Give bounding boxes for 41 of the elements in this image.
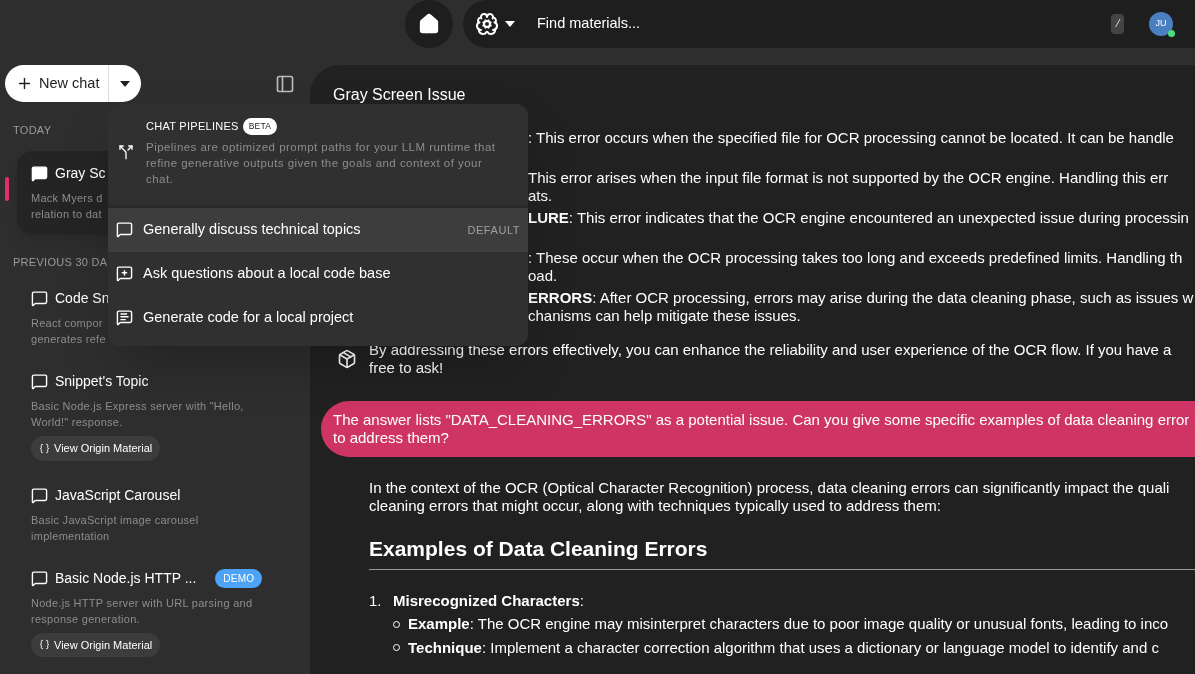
answer-text: oad. — [528, 267, 559, 285]
answer-text: : This error occurs when the specified file for OCR processing cannot be located. It can be handle — [528, 129, 1175, 147]
answer-text: In the context of the OCR (Optical Character Recognition) process, data cleaning errors can significantly impact the quali — [369, 479, 1171, 497]
beta-badge: BETA — [242, 118, 278, 135]
chat-title: JavaScript Carousel — [55, 485, 181, 505]
section-label: PREVIOUS 30 DA — [13, 254, 108, 270]
bullet-text: Example: The OCR engine may misinterpret characters due to poor image quality or unusual fonts, leading to inco — [408, 614, 1169, 634]
shortcut-key: / — [1111, 13, 1124, 35]
answer-text: LURE: This error indicates that the OCR engine encountered an unexpected issue during processin — [528, 209, 1190, 227]
chat-summary: Mack Myers d — [31, 190, 103, 206]
chat-summary: generates refe — [31, 332, 106, 347]
answer-text: cleaning errors that might occur, along with techniques typically used to address them: — [369, 497, 942, 515]
message-text: to address them? — [333, 429, 450, 447]
answer-text: chanisms can help mitigate these issues. — [528, 307, 802, 325]
list-number: 1. — [369, 590, 383, 611]
chat-summary: relation to dat — [31, 206, 102, 222]
section-heading: Examples of Data Cleaning Errors — [369, 533, 1195, 570]
answer-text: ERRORS: After OCR processing, errors may arise during the data cleaning phase, such as issues w — [528, 289, 1195, 307]
answer-text: This error arises when the input file format is not supported by the OCR engine. Handling this err — [528, 169, 1170, 187]
chat-title: Gray Sc — [55, 163, 106, 183]
chat-title: Basic Node.js HTTP ... — [55, 568, 197, 588]
chat-summary: Basic JavaScript image carousel — [31, 512, 199, 528]
list-item-text: Misrecognized Characters: — [393, 590, 584, 611]
answer-text: free to ask! — [369, 359, 445, 377]
demo-badge: DEMO — [215, 568, 263, 588]
chat-summary: implementation — [31, 528, 110, 544]
message-text: The answer lists "DATA_CLEANING_ERRORS" as a potential issue. Can you give some specific examples of data cleaning error — [333, 411, 1191, 429]
chat-title: Snippet's Topic — [55, 372, 149, 391]
menu-title: CHAT PIPELINES — [146, 119, 239, 135]
chat-summary: World!" response. — [31, 415, 123, 430]
chat-title: Gray Screen Issue — [332, 85, 467, 105]
bullet-text: Technique: Implement a character correction algorithm that uses a dictionary or language model to identify and c — [408, 637, 1159, 658]
chat-summary: response generation. — [31, 611, 140, 627]
default-tag: DEFAULT — [467, 221, 520, 238]
chat-summary: Basic Node.js Express server with "Hello, — [31, 399, 244, 414]
chat-summary: Node.js HTTP server with URL parsing and — [31, 595, 253, 611]
chat-summary: React compor — [31, 316, 103, 331]
answer-text: : These occur when the OCR processing takes too long and exceeds predefined limits. Handling th — [528, 249, 1184, 267]
section-label: TODAY — [13, 123, 52, 138]
answer-text: ats. — [528, 187, 554, 205]
menu-description: Pipelines are optimized prompt paths for your LLM runtime that refine generative outputs given the goals and context of your chat. — [146, 139, 497, 187]
